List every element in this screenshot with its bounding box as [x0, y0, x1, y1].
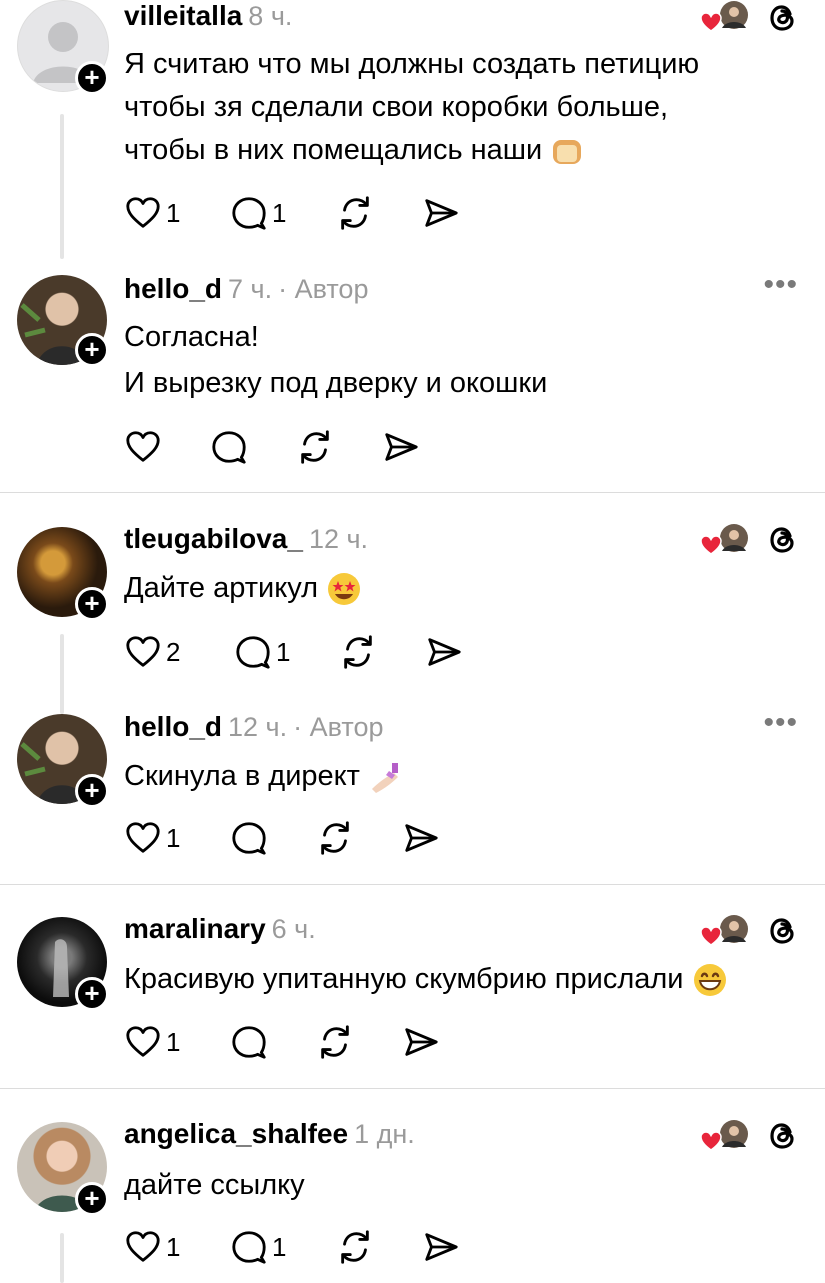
send-icon: [382, 428, 420, 466]
like-button[interactable]: 1: [124, 193, 180, 233]
like-button[interactable]: 1: [124, 1022, 180, 1062]
like-button[interactable]: 1: [124, 818, 180, 858]
comment-text: Красивую упитанную скумбрию прислали: [124, 958, 728, 1001]
repost-button[interactable]: [336, 193, 374, 233]
username[interactable]: hello_d 12 ч. · Автор: [124, 711, 383, 743]
more-icon[interactable]: •••: [763, 270, 798, 300]
send-icon: [425, 633, 463, 671]
share-button[interactable]: [382, 427, 420, 467]
comment-text: Дайте артикул: [124, 567, 362, 610]
share-button[interactable]: [422, 193, 460, 233]
repost-button[interactable]: [316, 1022, 354, 1062]
timestamp: 6 ч.: [271, 914, 316, 944]
author-tag: · Автор: [278, 274, 369, 304]
bread-emoji: [553, 140, 582, 165]
threads-logo-icon[interactable]: [764, 0, 800, 36]
share-button[interactable]: [425, 632, 463, 672]
repost-icon: [336, 1228, 374, 1266]
reply-button[interactable]: 1: [230, 1227, 286, 1267]
share-button[interactable]: [402, 818, 440, 858]
reply-button[interactable]: 1: [230, 193, 286, 233]
heart-icon: [124, 428, 162, 466]
repost-icon: [316, 819, 354, 857]
timestamp: 7 ч.: [228, 274, 273, 304]
repost-icon: [316, 1023, 354, 1061]
comment-icon: [234, 633, 272, 671]
repost-button[interactable]: [316, 818, 354, 858]
heart-icon: [124, 194, 162, 232]
comment-icon: [230, 1023, 268, 1061]
comment-icon: [230, 194, 268, 232]
comment-text: Согласна! И вырезку под дверку и окошки: [124, 321, 548, 399]
repost-icon: [336, 194, 374, 232]
heart-icon: [124, 819, 162, 857]
comment-icon: [230, 1228, 268, 1266]
more-icon[interactable]: •••: [763, 708, 798, 738]
username[interactable]: maralinary 6 ч.: [124, 913, 316, 945]
threads-logo-icon[interactable]: [764, 1118, 800, 1154]
liked-by-author-icon: [700, 523, 748, 557]
heart-icon: [124, 1023, 162, 1061]
comment-icon: [230, 819, 268, 857]
follow-plus-icon[interactable]: +: [75, 977, 109, 1011]
share-button[interactable]: [422, 1227, 460, 1267]
repost-button[interactable]: [336, 1227, 374, 1267]
threads-logo-icon[interactable]: [764, 913, 800, 949]
timestamp: 12 ч.: [228, 712, 288, 742]
comment-text: Скинула в директ: [124, 755, 404, 798]
reply-button[interactable]: [230, 818, 272, 858]
comment-text: Я считаю что мы должны создать петицию ч…: [124, 43, 699, 172]
star-struck-emoji: [328, 573, 361, 606]
username[interactable]: villeitalla 8 ч.: [124, 0, 292, 32]
timestamp: 1 дн.: [354, 1119, 415, 1149]
thread-line: [60, 1233, 64, 1283]
liked-by-author-icon: [700, 1119, 748, 1153]
heart-icon: [124, 1228, 162, 1266]
repost-button[interactable]: [339, 632, 377, 672]
divider: [0, 1088, 825, 1089]
grinning-emoji: [693, 964, 726, 997]
follow-plus-icon[interactable]: +: [75, 61, 109, 95]
repost-button[interactable]: [296, 427, 334, 467]
repost-icon: [296, 428, 334, 466]
liked-by-author-icon: [700, 914, 748, 948]
divider: [0, 884, 825, 885]
follow-plus-icon[interactable]: +: [75, 333, 109, 367]
like-button[interactable]: 1: [124, 1227, 180, 1267]
share-button[interactable]: [402, 1022, 440, 1062]
author-tag: · Автор: [293, 712, 384, 742]
username[interactable]: hello_d 7 ч. · Автор: [124, 273, 368, 305]
thread-line: [60, 114, 64, 259]
reply-button[interactable]: [210, 427, 252, 467]
follow-plus-icon[interactable]: +: [75, 1182, 109, 1216]
like-button[interactable]: [124, 427, 166, 467]
threads-logo-icon[interactable]: [764, 522, 800, 558]
send-icon: [422, 1228, 460, 1266]
timestamp: 8 ч.: [248, 1, 293, 31]
username[interactable]: tleugabilova_ 12 ч.: [124, 523, 368, 555]
send-icon: [422, 194, 460, 232]
reply-button[interactable]: [230, 1022, 272, 1062]
liked-by-author-icon: [700, 0, 748, 34]
like-button[interactable]: 2: [124, 632, 180, 672]
thread-line: [60, 634, 64, 714]
send-icon: [402, 1023, 440, 1061]
follow-plus-icon[interactable]: +: [75, 774, 109, 808]
follow-plus-icon[interactable]: +: [75, 587, 109, 621]
timestamp: 12 ч.: [308, 524, 369, 554]
send-icon: [402, 819, 440, 857]
heart-icon: [124, 633, 162, 671]
reply-button[interactable]: 1: [234, 632, 290, 672]
comment-icon: [210, 428, 248, 466]
username[interactable]: angelica_shalfee 1 дн.: [124, 1118, 415, 1150]
nail-polish-emoji: [372, 763, 399, 794]
repost-icon: [339, 633, 377, 671]
divider: [0, 492, 825, 493]
comment-text: дайте ссылку: [124, 1169, 305, 1201]
